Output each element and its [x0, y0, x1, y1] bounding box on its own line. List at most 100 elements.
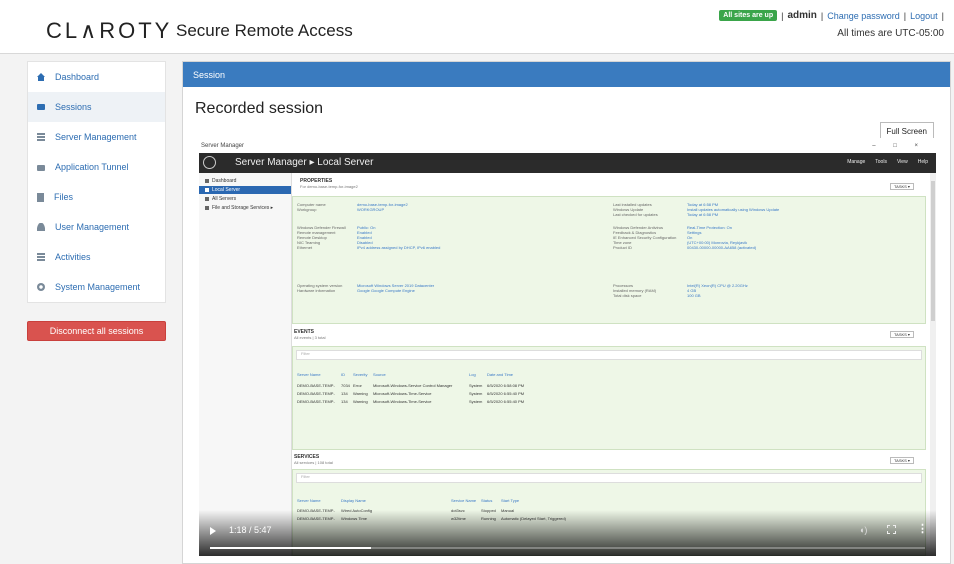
video-camera-icon [37, 104, 45, 110]
table-column-header: Source [373, 372, 386, 377]
sidebar-item-dashboard[interactable]: Dashboard [28, 62, 165, 92]
events-subtitle: All events | 3 total [294, 335, 326, 340]
session-panel: Session Recorded session Full Screen Ser… [182, 61, 951, 564]
table-column-header: Date and Time [487, 372, 514, 377]
table-column-header: Display Name [341, 498, 366, 503]
sidebar-item-label: Application Tunnel [55, 162, 129, 172]
property-row: Hardware information Google Google Comput… [297, 288, 597, 293]
app-header: CL∧ROTY Secure Remote Access All sites a… [0, 0, 954, 54]
sidebar-item-user-management[interactable]: User Management [28, 212, 165, 242]
page-title: Recorded session [195, 100, 324, 117]
table-cell: Microsoft-Windows-Time-Service [373, 391, 432, 396]
property-key: Ethernet [297, 245, 313, 250]
sidebar-item-label: Sessions [55, 102, 92, 112]
fullscreen-icon[interactable] [887, 525, 896, 534]
sidebar-item-files[interactable]: Files [28, 182, 165, 212]
table-cell: Warning [353, 399, 368, 404]
sidebar: Dashboard Sessions Server Management App… [27, 61, 166, 341]
sidebar-item-label: User Management [55, 222, 130, 232]
sidebar-item-system-management[interactable]: System Management [28, 272, 165, 302]
remote-window-titlebar: Server Manager – □ × [199, 138, 936, 150]
change-password-link[interactable]: Change password [827, 11, 900, 21]
properties-box: Computer name demo-base-temp-for-image2 Wo… [292, 196, 926, 324]
claroty-logo[interactable]: CL∧ROTY [46, 18, 172, 44]
table-column-header: Server Name [297, 372, 321, 377]
table-cell: 134 [341, 399, 348, 404]
back-arrow-icon [203, 156, 216, 169]
services-tasks: TASKS ▾ [890, 457, 914, 464]
services-subtitle: All services | 108 total [294, 460, 333, 465]
table-cell: 7034 [341, 383, 350, 388]
sidebar-item-label: System Management [55, 282, 141, 292]
remote-nav-item: Local Server [199, 186, 291, 194]
property-key: Total disk space [613, 293, 642, 298]
property-row: Workgroup WORKGROUP [297, 207, 597, 212]
play-icon[interactable] [210, 527, 216, 535]
status-badge: All sites are up [719, 10, 778, 21]
remote-nav: Dashboard Local Server All Servers File … [199, 173, 292, 556]
property-key: Workgroup [297, 207, 317, 212]
property-value: IPv4 address assigned by DHCP, IPv6 enab… [357, 245, 441, 250]
property-row: Total disk space 100 GB [613, 293, 923, 298]
property-key: Product ID [613, 245, 632, 250]
app-title: Secure Remote Access [176, 21, 353, 40]
remote-nav-item: File and Storage Services ▸ [199, 204, 291, 212]
table-cell: System [469, 391, 483, 396]
table-cell: Warning [353, 391, 368, 396]
properties-tasks: TASKS ▾ [890, 183, 914, 190]
servers-icon [205, 197, 209, 201]
more-options-icon[interactable]: ⋮ [917, 523, 928, 535]
property-value: Today at 6:58 PM [687, 212, 719, 217]
table-cell: 134 [341, 391, 348, 396]
current-user: admin [787, 10, 817, 21]
property-row: Last checked for updates Today at 6:58 PM [613, 212, 923, 217]
property-key: Hardware information [297, 288, 336, 293]
lock-icon [37, 165, 45, 171]
remote-window-title: Server Manager [201, 143, 245, 149]
panel-header: Session [183, 62, 950, 87]
remote-breadcrumb: Server Manager ▸ Local Server [235, 157, 374, 168]
property-key: Last checked for updates [613, 212, 658, 217]
events-filter: Filter [296, 350, 922, 360]
remote-scrollbar [930, 173, 936, 556]
table-cell: Microsoft-Windows-Service Control Manage… [373, 383, 453, 388]
volume-icon[interactable]: ◖) [859, 525, 869, 535]
file-icon [37, 192, 44, 202]
sidebar-item-label: Dashboard [55, 72, 100, 82]
server-icon [37, 133, 45, 141]
remote-nav-item: All Servers [199, 195, 291, 203]
storage-icon [205, 206, 209, 210]
sidebar-item-sessions[interactable]: Sessions [28, 92, 165, 122]
playback-progress[interactable] [210, 547, 925, 549]
logout-link[interactable]: Logout [910, 11, 938, 21]
table-column-header: Severity [353, 372, 368, 377]
table-column-header: ID [341, 372, 345, 377]
home-icon [37, 73, 45, 81]
property-value: 00430-00000-00000-AA658 (activated) [687, 245, 757, 250]
playback-progress-fill [210, 547, 371, 549]
sidebar-item-server-management[interactable]: Server Management [28, 122, 165, 152]
table-cell: Microsoft-Windows-Time-Service [373, 399, 432, 404]
table-cell: 6/5/2020 6:58:08 PM [487, 383, 525, 388]
recorded-video[interactable]: Server Manager – □ × ↖ Server Manager ▸ … [199, 138, 936, 556]
sidebar-item-activities[interactable]: Activities [28, 242, 165, 272]
table-cell: DEMO-BASE-TEMP- [297, 383, 335, 388]
table-cell: DEMO-BASE-TEMP- [297, 391, 335, 396]
events-box: Filter Server Name ID Severity Source Log Dat… [292, 346, 926, 450]
table-column-header: Service Name [451, 498, 477, 503]
gear-icon [37, 283, 45, 291]
sidebar-item-label: Files [54, 192, 74, 202]
property-row: Ethernet IPv4 address assigned by DHCP, I… [297, 245, 597, 250]
table-cell: System [469, 383, 483, 388]
server-icon [205, 188, 209, 192]
sidebar-item-application-tunnel[interactable]: Application Tunnel [28, 152, 165, 182]
remote-menu: Manage Tools View Help [847, 159, 928, 165]
remote-toolbar: Server Manager ▸ Local Server Manage Too… [199, 153, 936, 173]
playback-time: 1:18 / 5:47 [229, 525, 272, 535]
table-cell: 6/5/2020 6:55:40 PM [487, 391, 525, 396]
remote-main: PROPERTIES For demo-base-temp-for-image2… [292, 173, 936, 556]
table-cell: 6/5/2020 6:55:40 PM [487, 399, 525, 404]
property-value: 100 GB [687, 293, 701, 298]
property-row: Product ID 00430-00000-00000-AA658 (activ… [613, 245, 923, 250]
disconnect-all-button[interactable]: Disconnect all sessions [27, 321, 166, 341]
